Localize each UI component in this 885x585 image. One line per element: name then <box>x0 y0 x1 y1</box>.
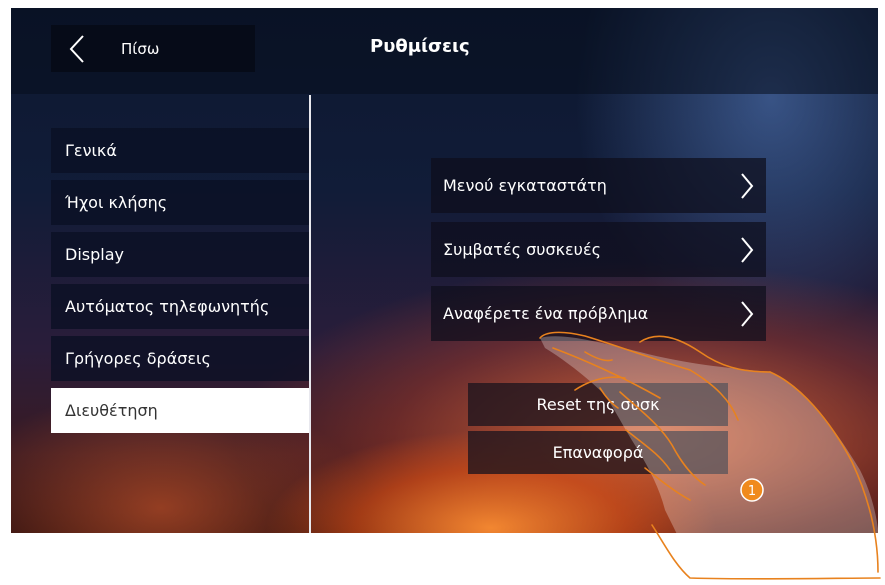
sidebar-item-label: Γρήγορες δράσεις <box>65 349 211 368</box>
option-label: Μενού εγκαταστάτη <box>443 176 607 195</box>
option-label: Αναφέρετε ένα πρόβλημα <box>443 304 649 323</box>
page-title: Ρυθμίσεις <box>370 36 470 57</box>
report-problem-button[interactable]: Αναφέρετε ένα πρόβλημα <box>431 286 766 341</box>
compatible-devices-button[interactable]: Συμβατές συσκευές <box>431 222 766 277</box>
sidebar-item-quick-actions[interactable]: Γρήγορες δράσεις <box>51 336 309 381</box>
sidebar-item-label: Αυτόματος τηλεφωνητής <box>65 297 270 316</box>
chevron-right-icon <box>741 173 754 199</box>
sidebar-item-label: Γενικά <box>65 141 117 160</box>
sidebar-item-label: Ήχοι κλήσης <box>65 193 168 212</box>
chevron-left-icon <box>69 34 84 63</box>
option-label: Συμβατές συσκευές <box>443 240 601 259</box>
sidebar-item-label: Διευθέτηση <box>65 401 158 420</box>
sidebar-item-answering-machine[interactable]: Αυτόματος τηλεφωνητής <box>51 284 309 329</box>
vertical-divider <box>309 95 311 533</box>
chevron-right-icon <box>741 301 754 327</box>
sidebar-item-general[interactable]: Γενικά <box>51 128 309 173</box>
sidebar-item-configuration[interactable]: Διευθέτηση <box>51 388 309 433</box>
back-button-label: Πίσω <box>121 39 160 58</box>
chevron-right-icon <box>741 237 754 263</box>
restore-button[interactable]: Επαναφορά <box>468 431 728 474</box>
action-label: Reset της συσκ <box>536 395 660 414</box>
touchscreen-display: Πίσω Ρυθμίσεις Γενικά Ήχοι κλήσης Displa… <box>11 8 878 533</box>
back-button[interactable]: Πίσω <box>51 25 255 72</box>
sidebar-item-display[interactable]: Display <box>51 232 309 277</box>
sidebar-item-label: Display <box>65 245 124 264</box>
action-label: Επαναφορά <box>552 443 644 462</box>
installer-menu-button[interactable]: Μενού εγκαταστάτη <box>431 158 766 213</box>
reset-device-button[interactable]: Reset της συσκ <box>468 383 728 426</box>
sidebar-item-ringtones[interactable]: Ήχοι κλήσης <box>51 180 309 225</box>
